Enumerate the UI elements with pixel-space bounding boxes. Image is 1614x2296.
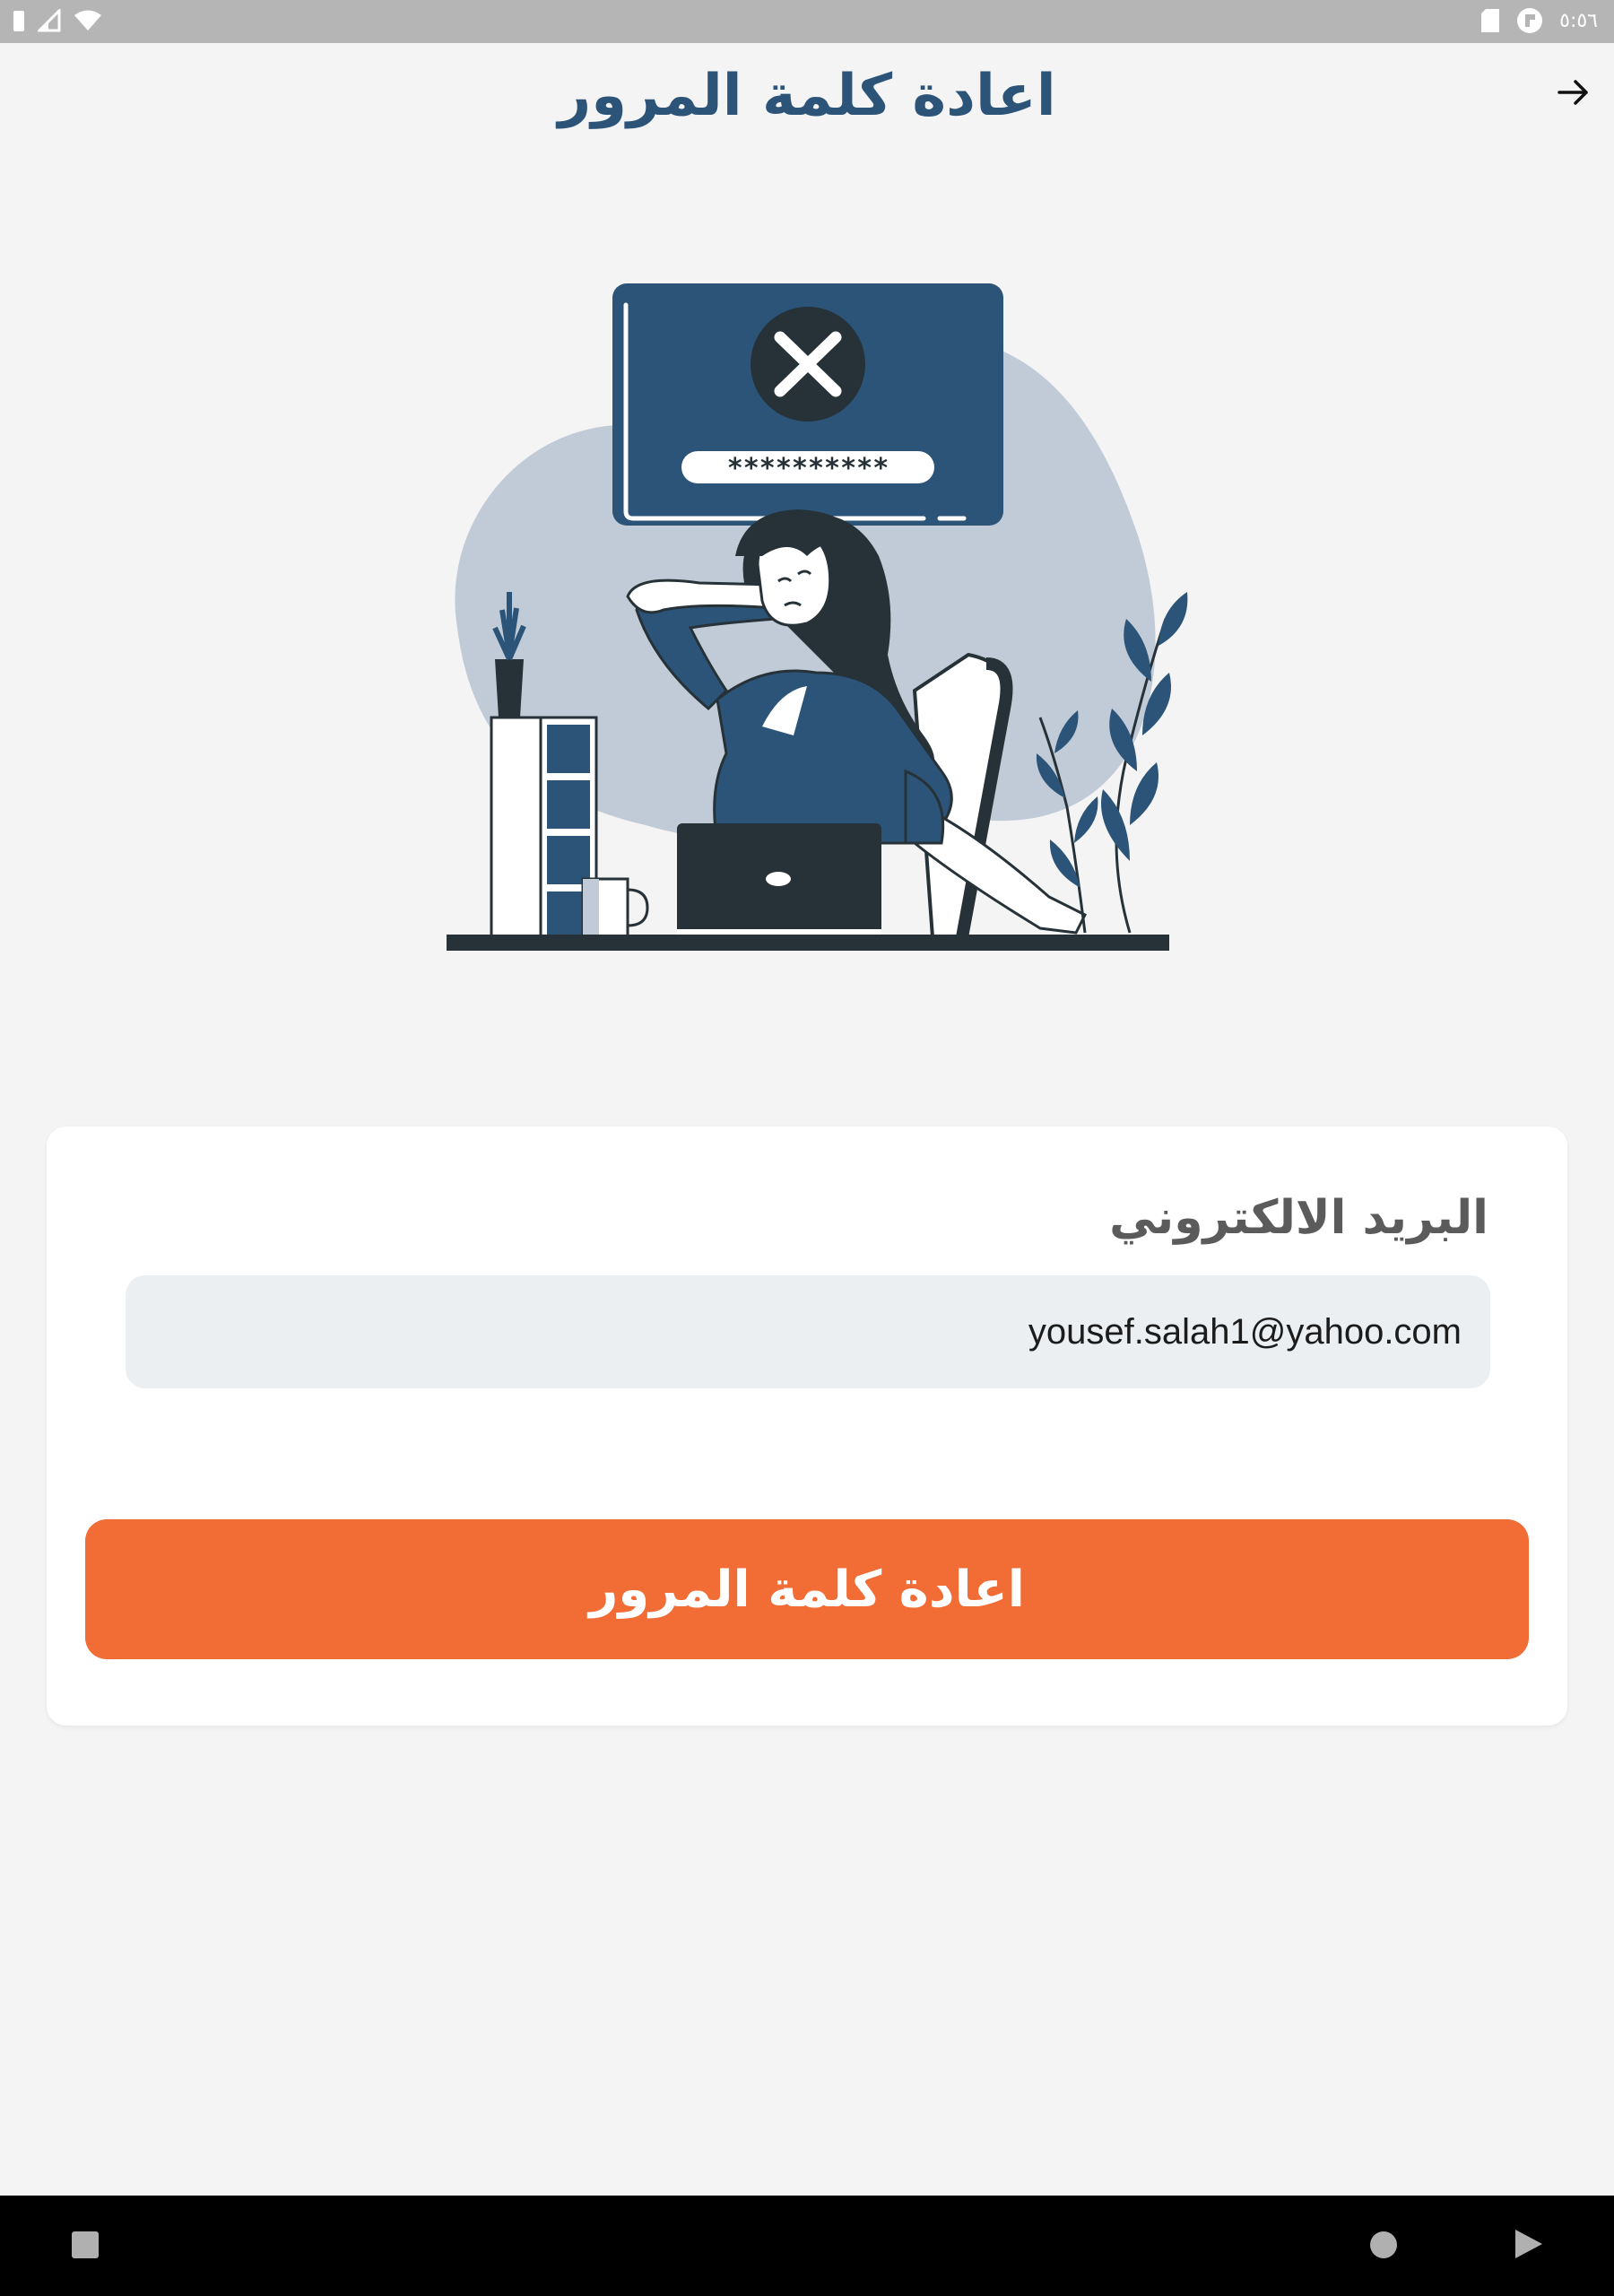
status-icons-right: ٥:٥٦ [1480, 7, 1598, 34]
navigation-bar [0, 2196, 1614, 2296]
recent-apps-icon[interactable] [72, 2231, 99, 2258]
arrow-right-icon [1558, 80, 1588, 105]
reset-password-card: البريد الالكتروني اعادة كلمة المرور [47, 1126, 1567, 1726]
signal-icon [38, 9, 61, 32]
laptop [677, 823, 881, 936]
app-notification-icon [1517, 8, 1543, 33]
password-card: ********** [612, 283, 1003, 526]
page-title: اعادة كلمة المرور [558, 63, 1056, 129]
status-bar: ٥:٥٦ [0, 0, 1614, 43]
top-bar: اعادة كلمة المرور [0, 43, 1614, 142]
wifi-icon [74, 10, 101, 30]
email-label: البريد الالكتروني [1109, 1191, 1488, 1245]
reset-password-button[interactable]: اعادة كلمة المرور [85, 1519, 1529, 1659]
home-icon[interactable] [1370, 2231, 1397, 2258]
mug [581, 877, 649, 938]
status-icons-left [13, 9, 102, 32]
sd-card-icon [1481, 9, 1500, 32]
back-button[interactable] [1551, 70, 1596, 115]
email-field[interactable] [126, 1275, 1490, 1388]
battery-saver-icon [13, 11, 24, 31]
forgot-password-illustration: ********** [447, 283, 1188, 951]
nav-back-icon[interactable] [1515, 2230, 1542, 2258]
desk [447, 935, 1169, 951]
status-time: ٥:٥٦ [1559, 9, 1598, 32]
password-mask-text: ********** [727, 453, 889, 484]
